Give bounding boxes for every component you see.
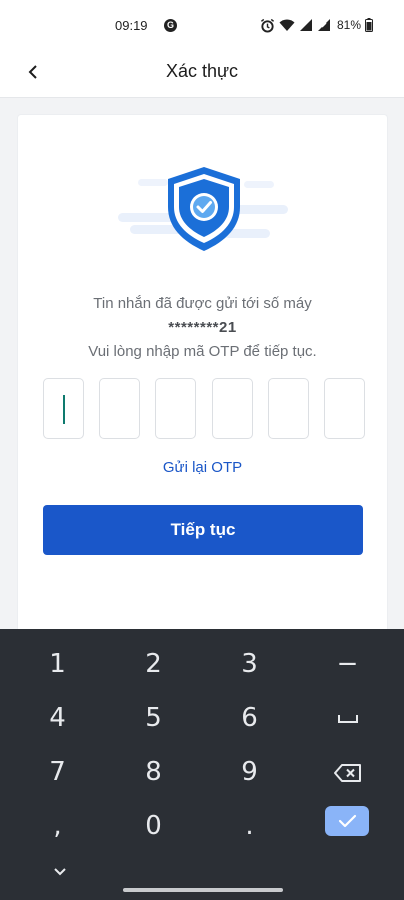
shield-check-icon: [118, 167, 288, 251]
key-0[interactable]: 0: [103, 799, 204, 853]
numeric-keyboard: 1 2 3 − 4 5 6 7 8 9 , 0 .: [0, 629, 404, 900]
key-9[interactable]: 9: [199, 745, 300, 799]
otp-digit-input[interactable]: [99, 378, 140, 439]
key-2[interactable]: 2: [103, 637, 204, 691]
alarm-icon: [260, 18, 275, 33]
backspace-icon: [333, 763, 361, 782]
battery-icon: [365, 18, 374, 32]
wifi-icon: [279, 19, 295, 31]
status-icons: 81%: [260, 17, 374, 33]
masked-phone-number: ********21: [168, 319, 237, 336]
otp-digit-input[interactable]: [155, 378, 196, 439]
continue-button[interactable]: Tiếp tục: [43, 505, 363, 555]
key-5[interactable]: 5: [103, 691, 204, 745]
signal-icon: [300, 19, 312, 31]
enter-key[interactable]: [325, 806, 369, 836]
key-4[interactable]: 4: [7, 691, 108, 745]
key-space[interactable]: [297, 691, 398, 745]
key-minus[interactable]: −: [297, 637, 398, 691]
otp-digit-input[interactable]: [324, 378, 365, 439]
signal-icon: [318, 19, 330, 31]
otp-input-row: [43, 378, 365, 439]
key-backspace[interactable]: [297, 745, 398, 799]
otp-digit-input[interactable]: [43, 378, 84, 439]
status-bar: 09:19 G 81%: [0, 0, 404, 50]
resend-otp-link[interactable]: Gửi lại OTP: [18, 459, 387, 476]
key-comma[interactable]: ,: [7, 799, 108, 853]
verification-card: Tin nhắn đã được gửi tới số máy ********…: [17, 114, 388, 634]
key-6[interactable]: 6: [199, 691, 300, 745]
keyboard-collapse-button[interactable]: [50, 865, 70, 879]
key-7[interactable]: 7: [7, 745, 108, 799]
app-header: Xác thực: [0, 50, 404, 98]
chevron-down-icon: [54, 868, 66, 876]
space-bar-icon: [337, 714, 358, 723]
otp-digit-input[interactable]: [212, 378, 253, 439]
key-1[interactable]: 1: [7, 637, 108, 691]
key-8[interactable]: 8: [103, 745, 204, 799]
gesture-navigation-bar[interactable]: [123, 888, 283, 892]
battery-percent: 81%: [337, 18, 362, 32]
checkmark-icon: [338, 814, 357, 828]
key-period[interactable]: .: [199, 799, 300, 853]
page-title: Xác thực: [165, 61, 239, 81]
key-3[interactable]: 3: [199, 637, 300, 691]
g-notification-icon: G: [164, 19, 177, 32]
text-cursor: [63, 395, 65, 424]
otp-sent-message: Tin nhắn đã được gửi tới số máy: [93, 295, 312, 312]
otp-instruction: Vui lòng nhập mã OTP để tiếp tục.: [88, 343, 317, 360]
shield-illustration: [118, 165, 290, 251]
otp-digit-input[interactable]: [268, 378, 309, 439]
status-time: 09:19: [115, 18, 148, 33]
